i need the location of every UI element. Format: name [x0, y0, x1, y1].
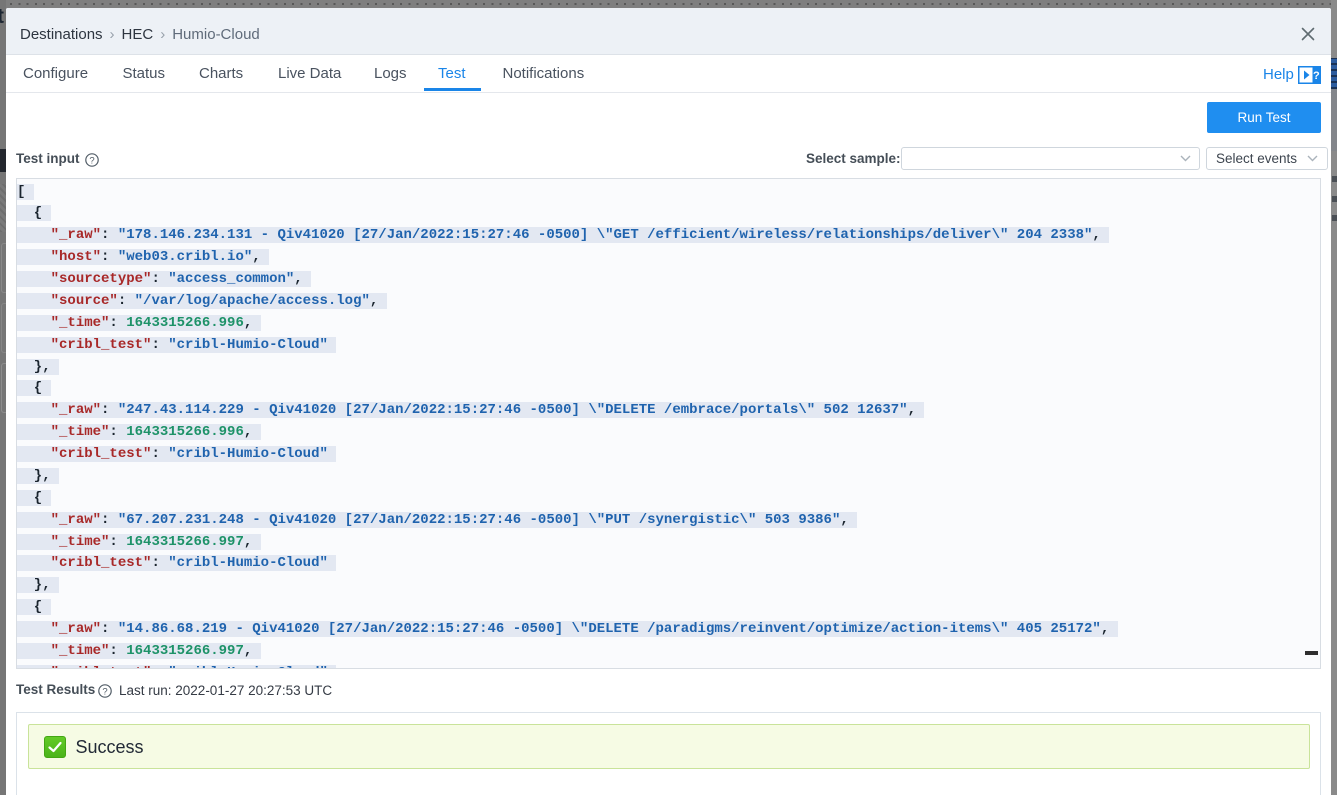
- svg-text:?: ?: [102, 687, 107, 698]
- svg-text:?: ?: [89, 156, 94, 167]
- svg-text:?: ?: [1313, 70, 1320, 82]
